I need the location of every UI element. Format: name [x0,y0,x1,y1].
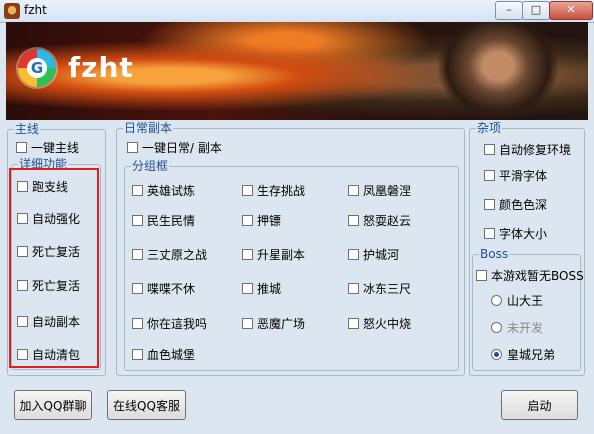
checkbox-label: 护城河 [363,247,400,262]
checkbox-label: 升星副本 [257,247,306,262]
dungeon-checkbox[interactable]: 怒耍赵云 [348,213,412,228]
maximize-button[interactable]: □ [522,1,550,20]
checkbox-box[interactable] [476,269,487,281]
dungeon-checkbox[interactable]: 升星副本 [242,247,306,262]
checkbox-label: 三丈原之战 [147,247,208,262]
online-qq-service-button[interactable]: 在线QQ客服 [107,390,186,420]
dungeon-checkbox[interactable]: 恶魔广场 [242,316,306,331]
checkbox-label: 自动修复环境 [499,142,572,157]
dungeon-checkbox[interactable]: 押镖 [242,213,282,228]
checkbox-box[interactable] [348,214,359,226]
checkbox-label: 民生民情 [147,213,196,228]
boss-radio-undeveloped[interactable]: 未开发 [491,320,544,335]
dungeon-checkbox[interactable]: 推城 [242,281,282,296]
radio-label: 未开发 [507,320,544,335]
checkbox-label: 冰东三尺 [363,281,412,296]
checkbox-box[interactable] [484,198,495,210]
close-button[interactable]: ✕ [549,1,593,20]
checkbox-box[interactable] [348,282,359,294]
daily-legend: 日常副本 [123,121,174,135]
radio-circle[interactable] [491,294,502,306]
boss-legend: Boss [479,247,510,261]
checkbox-box[interactable] [132,184,143,196]
checkbox-label: 一键日常/ 副本 [142,140,222,155]
checkbox-box[interactable] [484,169,495,181]
checkbox-box[interactable] [127,141,138,153]
dungeon-checkbox[interactable]: 生存挑战 [242,183,306,198]
checkbox-box[interactable] [348,248,359,260]
checkbox-label: 怒火中烧 [363,316,412,331]
warrior-illustration [438,22,558,120]
auto-repair-env-checkbox[interactable]: 自动修复环境 [484,142,572,157]
checkbox-label: 押镖 [257,213,282,228]
checkbox-label: 一键主线 [31,140,80,155]
start-button[interactable]: 启动 [501,390,578,420]
checkbox-box[interactable] [242,214,253,226]
checkbox-label: 英雄试炼 [147,183,196,198]
minimize-button[interactable]: – [495,1,523,20]
checkbox-label: 平滑字体 [499,168,548,183]
checkbox-label: 恶魔广场 [257,316,306,331]
checkbox-label: 字体大小 [499,226,548,241]
dungeon-checkbox[interactable]: 冰东三尺 [348,281,412,296]
checkbox-box[interactable] [242,282,253,294]
main-line-legend: 主线 [14,122,41,136]
one-click-daily-checkbox[interactable]: 一键日常/ 副本 [127,140,222,155]
dungeon-checkbox[interactable]: 护城河 [348,247,400,262]
boss-radio-imperial-brothers[interactable]: 皇城兄弟 [491,347,556,362]
checkbox-box[interactable] [132,282,143,294]
checkbox-box[interactable] [242,248,253,260]
radio-circle[interactable] [491,348,502,360]
dungeon-checkbox[interactable]: 英雄试炼 [132,183,196,198]
dungeon-checkbox[interactable]: 血色城堡 [132,347,196,362]
checkbox-label: 喋喋不休 [147,281,196,296]
checkbox-box[interactable] [132,317,143,329]
dungeon-checkbox[interactable]: 怒火中烧 [348,316,412,331]
checkbox-box[interactable] [484,227,495,239]
checkbox-label: 凤凰磐涅 [363,183,412,198]
checkbox-box[interactable] [484,143,495,155]
radio-label: 山大王 [507,293,544,308]
color-depth-checkbox[interactable]: 颜色色深 [484,197,548,212]
logo-icon: G [18,49,56,87]
checkbox-box[interactable] [132,214,143,226]
checkbox-label: 怒耍赵云 [363,213,412,228]
one-click-main-line-checkbox[interactable]: 一键主线 [16,140,80,155]
checkbox-label: 推城 [257,281,282,296]
window-title: fzht [24,3,47,17]
dungeon-checkbox[interactable]: 三丈原之战 [132,247,208,262]
radio-circle[interactable] [491,321,502,333]
highlight-box [9,168,99,368]
no-boss-checkbox[interactable]: 本游戏暂无BOSS [476,268,584,283]
checkbox-box[interactable] [16,141,27,153]
smooth-font-checkbox[interactable]: 平滑字体 [484,168,548,183]
boss-radio-mountain-king[interactable]: 山大王 [491,293,544,308]
checkbox-label: 你在這我吗 [147,316,208,331]
dungeon-checkbox[interactable]: 民生民情 [132,213,196,228]
checkbox-box[interactable] [132,248,143,260]
dungeon-checkbox[interactable]: 你在這我吗 [132,316,208,331]
checkbox-label: 本游戏暂无BOSS [491,268,584,283]
group-box-legend: 分组框 [131,159,170,173]
dungeon-checkbox[interactable]: 喋喋不休 [132,281,196,296]
logo-letter: G [27,58,47,78]
checkbox-box[interactable] [242,184,253,196]
checkbox-box[interactable] [132,348,143,360]
join-qq-group-button[interactable]: 加入QQ群聊 [14,390,92,420]
banner-name: fzht [68,51,134,84]
title-bar: fzht – □ ✕ [0,0,594,23]
checkbox-label: 生存挑战 [257,183,306,198]
checkbox-label: 血色城堡 [147,347,196,362]
checkbox-box[interactable] [242,317,253,329]
font-size-checkbox[interactable]: 字体大小 [484,226,548,241]
checkbox-box[interactable] [348,317,359,329]
checkbox-label: 颜色色深 [499,197,548,212]
misc-legend: 杂项 [476,121,503,135]
radio-label: 皇城兄弟 [507,347,556,362]
app-icon [4,3,20,19]
checkbox-box[interactable] [348,184,359,196]
dungeon-checkbox[interactable]: 凤凰磐涅 [348,183,412,198]
banner-image: G fzht [6,22,588,120]
